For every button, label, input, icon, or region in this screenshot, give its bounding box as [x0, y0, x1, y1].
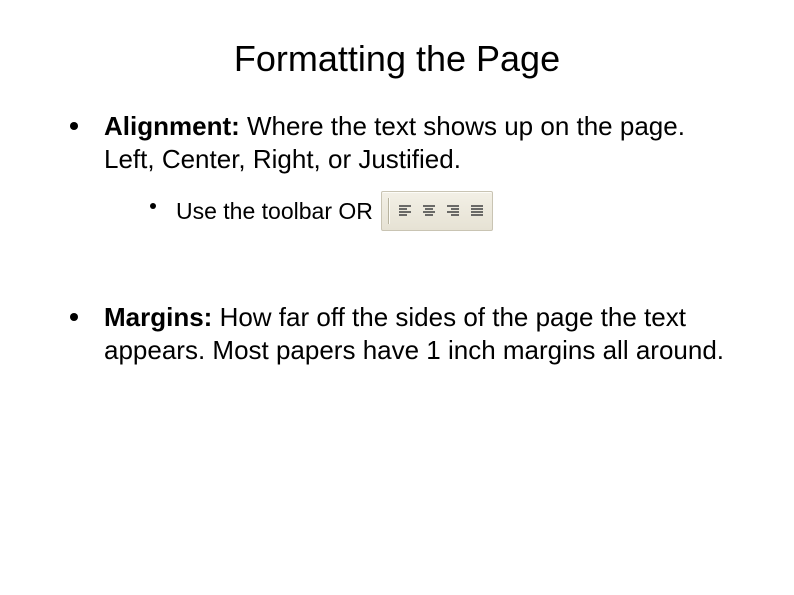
- sub-list: Use the toolbar OR: [150, 191, 734, 231]
- align-center-button[interactable]: [418, 200, 440, 222]
- alignment-label: Alignment:: [104, 111, 240, 141]
- align-right-button[interactable]: [442, 200, 464, 222]
- margins-label: Margins:: [104, 302, 212, 332]
- alignment-toolbar: [381, 191, 493, 231]
- slide: Formatting the Page Alignment: Where the…: [0, 0, 794, 595]
- align-left-button[interactable]: [394, 200, 416, 222]
- align-justify-button[interactable]: [466, 200, 488, 222]
- bullet-list: Alignment: Where the text shows up on th…: [70, 110, 734, 366]
- slide-title: Formatting the Page: [0, 0, 794, 80]
- align-center-icon: [422, 205, 436, 217]
- align-justify-icon: [470, 205, 484, 217]
- align-left-icon: [398, 205, 412, 217]
- bullet-alignment: Alignment: Where the text shows up on th…: [70, 110, 734, 231]
- sub-bullet-text: Use the toolbar OR: [176, 195, 373, 227]
- align-right-icon: [446, 205, 460, 217]
- sub-bullet-toolbar: Use the toolbar OR: [150, 191, 734, 231]
- bullet-margins: Margins: How far off the sides of the pa…: [70, 301, 734, 366]
- toolbar-separator: [386, 194, 392, 228]
